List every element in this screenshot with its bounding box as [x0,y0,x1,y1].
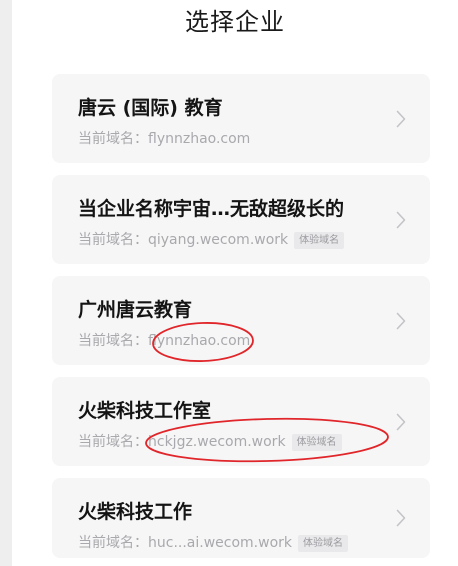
domain-line: 当前域名： flynnzhao.com [78,129,430,149]
chevron-right-icon [396,509,406,527]
domain-line: 当前域名： flynnzhao.com [78,331,430,351]
domain-label: 当前域名： [78,434,148,450]
company-item[interactable]: 广州唐云教育 当前域名： flynnzhao.com [52,276,430,365]
domain-label: 当前域名： [78,131,148,147]
company-item[interactable]: 当企业名称宇宙…无敌超级长的 当前域名： qiyang.wecom.work 体… [52,175,430,264]
domain-label: 当前域名： [78,535,148,551]
page-title: 选择企业 [185,8,285,36]
company-name: 火柴科技工作室 [78,400,212,422]
chevron-right-icon [396,110,406,128]
chevron-right-icon [396,413,406,431]
domain-line: 当前域名： qiyang.wecom.work 体验域名 [78,230,430,250]
domain-label: 当前域名： [78,232,148,248]
company-name: 火柴科技工作 [78,501,193,523]
domain-value: huc...ai.wecom.work [148,535,293,551]
company-name: 唐云 (国际) 教育 [78,97,223,119]
domain-label: 当前域名： [78,333,148,349]
domain-line: 当前域名： hckjgz.wecom.work 体验域名 [78,432,430,452]
domain-value: hckjgz.wecom.work [148,434,286,450]
trial-domain-badge: 体验域名 [298,534,349,552]
company-item[interactable]: 火柴科技工作室 当前域名： hckjgz.wecom.work 体验域名 [52,377,430,466]
domain-value: qiyang.wecom.work [148,232,289,248]
domain-value: flynnzhao.com [148,131,251,147]
trial-domain-badge: 体验域名 [291,433,342,451]
company-list: 唐云 (国际) 教育 当前域名： flynnzhao.com 当企业名称宇宙…无… [52,74,430,558]
domain-value: flynnzhao.com [148,333,251,349]
trial-domain-badge: 体验域名 [294,231,345,249]
company-name: 当企业名称宇宙…无敌超级长的 [78,198,345,220]
company-item[interactable]: 唐云 (国际) 教育 当前域名： flynnzhao.com [52,74,430,163]
chevron-right-icon [396,312,406,330]
company-name: 广州唐云教育 [78,299,193,321]
company-item[interactable]: 火柴科技工作 当前域名： huc...ai.wecom.work 体验域名 [52,478,430,558]
chevron-right-icon [396,211,406,229]
domain-line: 当前域名： huc...ai.wecom.work 体验域名 [78,533,430,553]
select-company-screen: 选择企业 唐云 (国际) 教育 当前域名： flynnzhao.com 当企业名… [0,0,458,566]
left-edge-strip [0,0,12,566]
